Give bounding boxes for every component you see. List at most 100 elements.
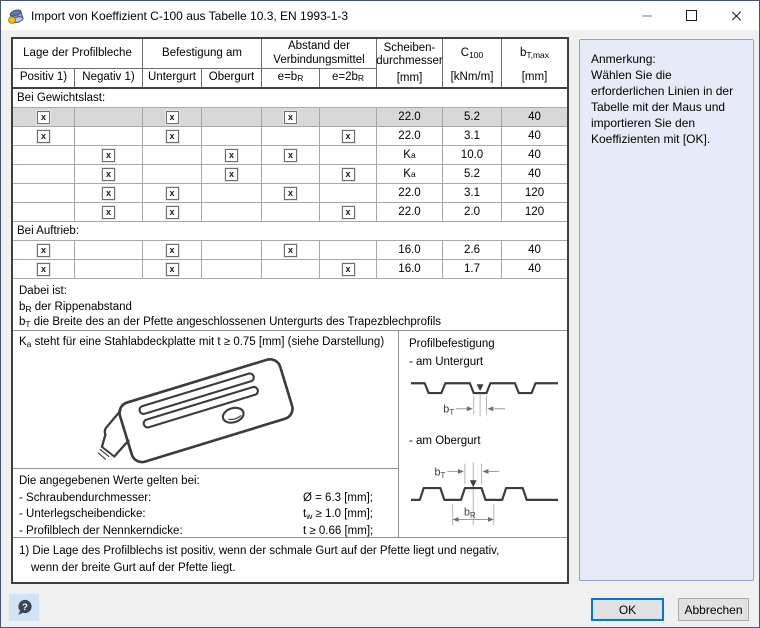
value-cell: 2.6 — [443, 241, 502, 259]
check-cell — [202, 260, 262, 278]
check-cell: x — [13, 241, 75, 259]
coefficient-table: Lage der Profilbleche Befestigung am Abs… — [11, 37, 569, 584]
value-cell: 22.0 — [377, 184, 443, 202]
check-cell — [75, 260, 143, 278]
value-cell: 40 — [528, 244, 541, 256]
header-e-2br: e=2b R — [320, 68, 377, 87]
check-cell: x — [262, 108, 320, 126]
table-row[interactable]: x x x 22.0 2.0 120 — [13, 203, 567, 222]
check-cell — [13, 184, 75, 202]
value-cell: 16.0 — [377, 260, 443, 278]
checkbox-icon: x — [284, 243, 297, 257]
checkbox-icon: x — [165, 205, 179, 219]
check-cell: x — [202, 146, 262, 164]
check-cell: x — [13, 108, 75, 126]
checkbox-icon: x — [37, 243, 50, 257]
anmerkung-panel: Anmerkung: Wählen Sie die erforderlichen… — [579, 39, 754, 581]
check-cell — [13, 146, 75, 164]
table-row[interactable]: x x x 22.0 3.1 40 — [13, 127, 567, 146]
value-cell: 22.0 — [377, 127, 443, 145]
cancel-button[interactable]: Abbrechen — [678, 598, 749, 621]
value-row: - Unterlegscheibendicke: tw ≥ 1.0 [mm]; — [19, 508, 373, 521]
check-cell: x — [13, 260, 75, 278]
minimize-icon — [641, 14, 652, 17]
table-row[interactable]: x x x 22.0 3.1 120 — [13, 184, 567, 203]
table-row[interactable]: x x x 16.0 2.6 40 — [13, 241, 567, 260]
checkbox-icon: x — [225, 148, 238, 162]
header-negativ: Negativ 1) — [75, 68, 143, 87]
close-button[interactable] — [714, 1, 759, 30]
svg-text:bT: bT — [443, 404, 454, 417]
table-body: Bei Gewichtslast: x x x 22.0 5.2 40 x x x 22.0 3.1 4… — [13, 89, 567, 279]
check-cell: x — [75, 203, 143, 221]
checkbox-icon: x — [284, 186, 297, 200]
header-untergurt: Untergurt — [143, 68, 202, 87]
titlebar[interactable]: Import von Koeffizient C-100 aus Tabelle… — [1, 1, 759, 30]
table-row[interactable]: x x x 22.0 5.2 40 — [13, 108, 567, 127]
checkbox-icon: x — [37, 129, 50, 143]
header-c100: C100 [kNm/m] — [443, 39, 502, 87]
maximize-button[interactable] — [669, 1, 714, 30]
anmerkung-title: Anmerkung: — [591, 52, 656, 66]
check-cell — [262, 203, 320, 221]
value-cell: 40 — [528, 130, 541, 142]
dialog-window: Import von Koeffizient C-100 aus Tabelle… — [0, 0, 760, 628]
check-cell: x — [262, 184, 320, 202]
header-obergurt: Obergurt — [202, 68, 262, 87]
help-balloon-icon: ? — [17, 599, 32, 615]
header-abstand: Abstand der Verbindungsmittel — [262, 39, 377, 68]
help-button[interactable]: ? — [9, 594, 39, 621]
checkbox-icon: x — [165, 262, 179, 276]
check-cell — [320, 184, 377, 202]
check-cell: x — [75, 146, 143, 164]
check-cell: x — [262, 241, 320, 259]
check-cell — [202, 184, 262, 202]
check-cell: x — [13, 127, 75, 145]
values-intro: Die angegebenen Werte gelten bei: — [19, 475, 200, 487]
checkbox-icon: x — [284, 148, 297, 162]
ka-section: Ka steht für eine Stahlabdeckplatte mit … — [13, 331, 399, 537]
value-cell: 2.0 — [443, 203, 502, 221]
check-cell — [75, 127, 143, 145]
untergurt-profile-drawing: bT — [410, 382, 559, 417]
header-scheibendurchmesser: Scheiben- durchmesser [mm] — [376, 39, 443, 87]
value-cell: 3.1 — [443, 127, 502, 145]
check-cell — [202, 203, 262, 221]
checkbox-icon: x — [102, 167, 115, 181]
value-cell: 16.0 — [377, 241, 443, 259]
value-row: - Profilblech der Nennkerndicke: t ≥ 0.66… — [19, 524, 374, 537]
check-cell — [202, 241, 262, 259]
window-controls — [624, 1, 759, 30]
window-title: Import von Koeffizient C-100 aus Tabelle… — [31, 8, 349, 23]
table-row[interactable]: x x x Ka 10.0 40 — [13, 146, 567, 165]
check-cell — [262, 127, 320, 145]
value-cell: 22.0 — [377, 203, 443, 221]
stahlabdeckplatte-drawing — [13, 356, 398, 468]
checkbox-icon: x — [165, 186, 179, 200]
value-cell: Ka — [377, 146, 443, 164]
table-row[interactable]: x x x Ka 5.2 40 — [13, 165, 567, 184]
checkbox-icon: x — [341, 262, 355, 276]
check-cell: x — [143, 184, 202, 202]
checkbox-icon: x — [165, 110, 179, 124]
check-cell — [143, 146, 202, 164]
dabei-ist-note: Dabei ist: bR der Rippenabstand bT die B… — [13, 279, 567, 331]
checkbox-icon: x — [102, 148, 115, 162]
check-cell: x — [143, 108, 202, 126]
check-cell: x — [75, 184, 143, 202]
svg-text:bT: bT — [434, 466, 445, 479]
checkbox-icon: x — [225, 167, 238, 181]
check-cell: x — [320, 127, 377, 145]
details-area: Ka steht für eine Stahlabdeckplatte mit … — [13, 331, 567, 538]
values-note: Die angegebenen Werte gelten bei: - Schr… — [13, 468, 398, 541]
header-lage: Lage der Profilbleche — [13, 39, 143, 68]
minimize-button[interactable] — [624, 1, 669, 30]
table-row[interactable]: x x x 16.0 1.7 40 — [13, 260, 567, 279]
table-header: Lage der Profilbleche Befestigung am Abs… — [13, 39, 567, 89]
checkbox-icon: x — [341, 167, 355, 181]
value-cell: Ka — [377, 165, 443, 183]
ok-button[interactable]: OK — [591, 598, 664, 621]
check-cell: x — [320, 203, 377, 221]
bt-definition: bT die Breite des an der Pfette angeschl… — [19, 316, 442, 329]
check-cell — [320, 241, 377, 259]
